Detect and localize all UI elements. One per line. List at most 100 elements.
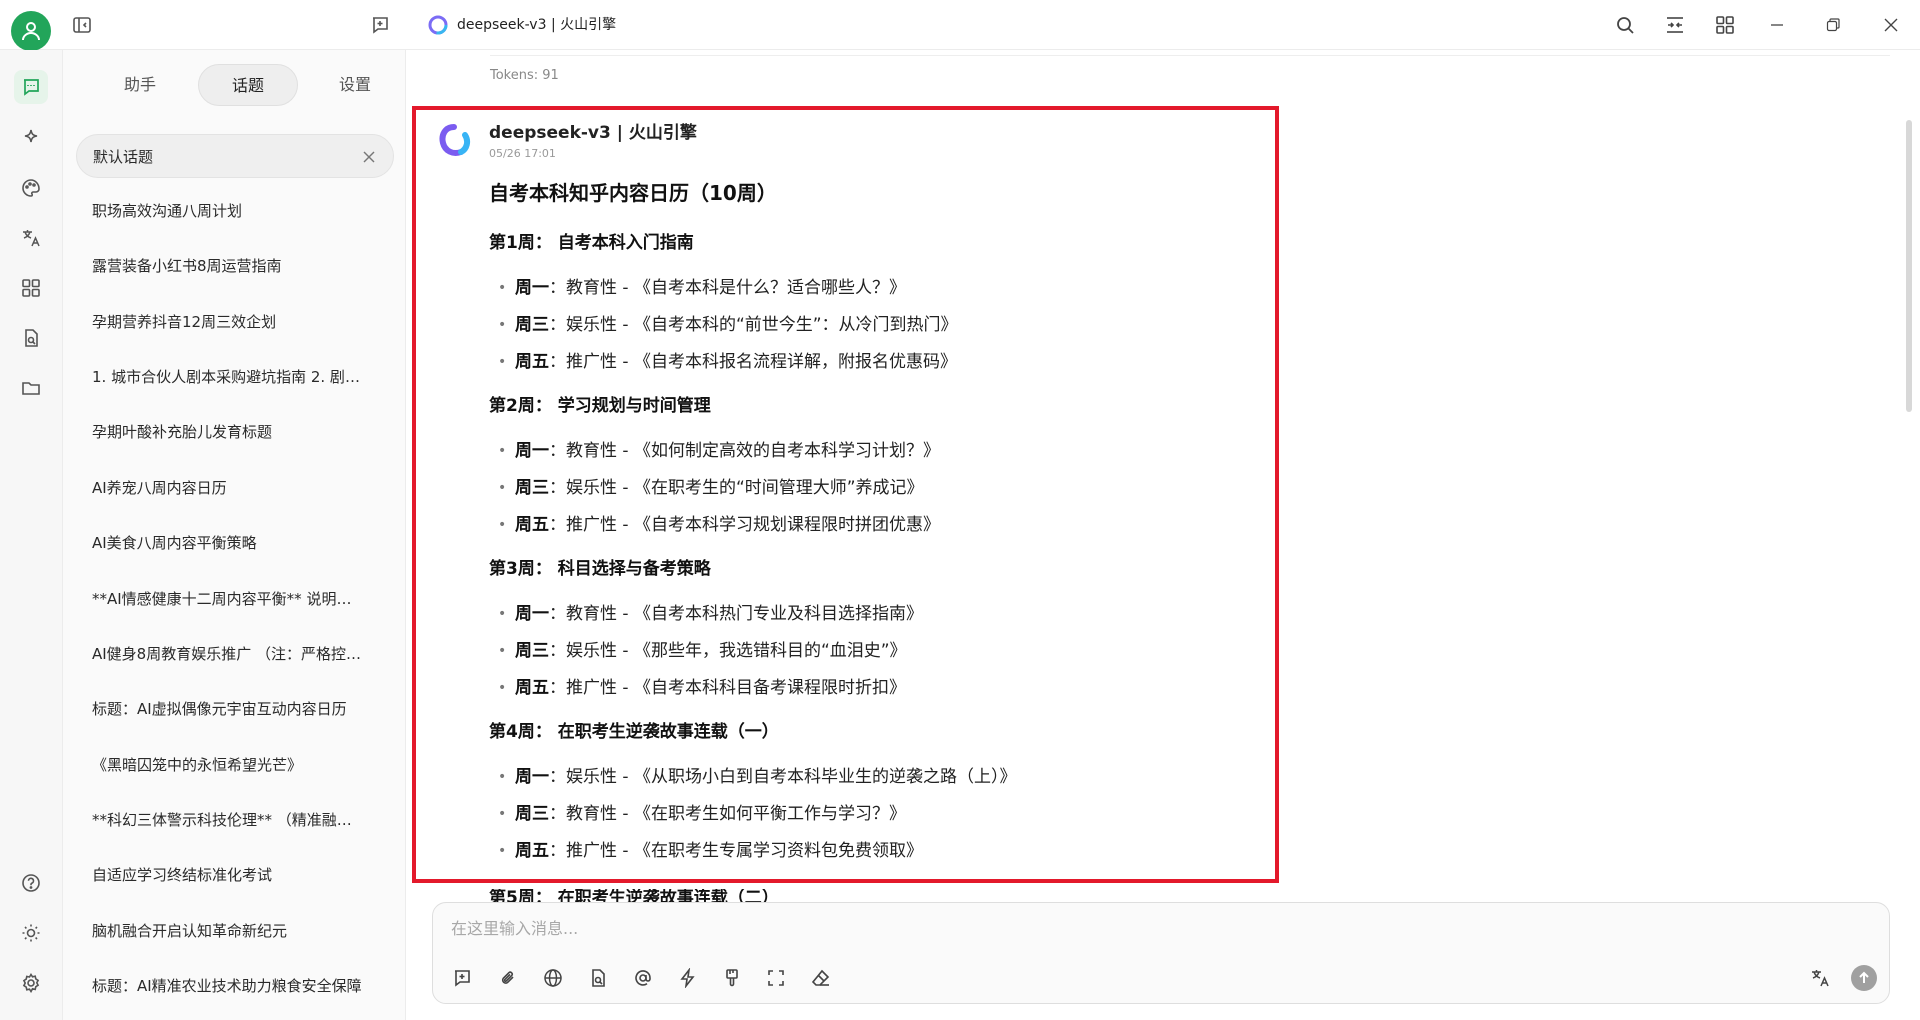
web-search-button[interactable]: [538, 963, 568, 993]
narrow-mode-icon: [1667, 17, 1683, 33]
expand-icon: [768, 970, 784, 986]
expand-input-button[interactable]: [761, 963, 791, 993]
apps-icon: [22, 279, 40, 297]
model-logo-icon: [428, 15, 448, 35]
topic-item[interactable]: 1. 城市合伙人剧本采购避坑指南 2. 剧本杀选购指南: [76, 355, 394, 399]
translate-icon: [23, 230, 40, 247]
divider: [490, 55, 1890, 56]
file-search-icon: [25, 329, 38, 347]
topic-item[interactable]: 职场高效沟通八周计划: [76, 189, 394, 233]
list-item: 周一：教育性 - 《如何制定高效的自考本科学习计划？》: [489, 433, 1269, 470]
list-item: 周三：娱乐性 - 《在职考生的“时间管理大师”养成记》: [489, 470, 1269, 507]
message-content: 自考本科知乎内容日历（10周） 第1周： 自考本科入门指南 周一：教育性 - 《…: [489, 168, 1269, 938]
grid-icon: [1716, 16, 1734, 34]
day-label: 周五: [515, 515, 549, 535]
topic-item[interactable]: 标题：AI精准农业技术助力粮食安全保障: [76, 964, 394, 1008]
user-icon: [22, 22, 40, 41]
user-avatar[interactable]: [11, 11, 51, 51]
toggle-sidebar-button[interactable]: [67, 10, 97, 40]
topic-item[interactable]: 孕期叶酸补充胎儿发育标题: [76, 410, 394, 454]
item-text: ：教育性 - 《如何制定高效的自考本科学习计划？》: [549, 441, 940, 461]
rail-agents-button[interactable]: [14, 121, 48, 155]
item-text: ：教育性 - 《自考本科热门专业及科目选择指南》: [549, 604, 923, 624]
topic-item[interactable]: **科幻三体警示科技伦理** （精准融合）: [76, 798, 394, 842]
item-text: ：推广性 - 《自考本科学习规划课程限时拼团优惠》: [549, 515, 940, 535]
topic-item[interactable]: 标题：AI虚拟偶像元宇宙互动内容日历: [76, 687, 394, 731]
topic-item-selected[interactable]: 默认话题: [76, 134, 394, 178]
clear-format-button[interactable]: [717, 963, 747, 993]
topic-item[interactable]: 孕期营养抖音12周三效企划: [76, 300, 394, 344]
new-topic-tool-button[interactable]: [447, 963, 477, 993]
week-heading: 第4周： 在职考生逆袭故事连载（一）: [489, 722, 779, 742]
search-button[interactable]: [1610, 10, 1640, 40]
message-heading: 自考本科知乎内容日历（10周）: [489, 181, 777, 205]
rail-files-button[interactable]: [14, 321, 48, 355]
rail-theme-button[interactable]: [14, 916, 48, 950]
rail-help-button[interactable]: [14, 866, 48, 900]
week-heading: 第2周： 学习规划与时间管理: [489, 396, 711, 416]
day-label: 周三: [515, 478, 549, 498]
day-label: 周五: [515, 678, 549, 698]
topic-item[interactable]: **AI情感健康十二周内容平衡** 说明内容: [76, 577, 394, 621]
topic-item[interactable]: 露营装备小红书8周运营指南: [76, 244, 394, 288]
mention-model-button[interactable]: [628, 963, 658, 993]
topic-item[interactable]: 《黑暗囚笼中的永恒希望光芒》: [76, 743, 394, 787]
message-timestamp: 05/26 17:01: [489, 147, 556, 160]
attach-button[interactable]: [493, 963, 523, 993]
list-item: 周一：教育性 - 《自考本科热门专业及科目选择指南》: [489, 596, 1269, 633]
rail-apps-button[interactable]: [14, 271, 48, 305]
translate-input-button[interactable]: [1805, 963, 1835, 993]
topic-item[interactable]: AI养宠八周内容日历: [76, 466, 394, 510]
eraser-icon: [811, 969, 830, 986]
translate-icon: [1812, 970, 1829, 987]
window-title: deepseek-v3 | 火山引擎: [457, 17, 617, 33]
apps-button[interactable]: [1710, 10, 1740, 40]
rail-folder-button[interactable]: [14, 371, 48, 405]
title-bar: deepseek-v3 | 火山引擎: [0, 0, 1920, 51]
rail-settings-button[interactable]: [14, 966, 48, 1000]
close-topic-button[interactable]: [359, 147, 379, 167]
list-item: 周三：教育性 - 《在职考生如何平衡工作与学习？》: [489, 796, 1269, 833]
item-text: ：推广性 - 《自考本科报名流程详解，附报名优惠码》: [549, 352, 957, 372]
chat-scrollbar[interactable]: [1906, 120, 1912, 412]
topic-item[interactable]: AI健身8周教育娱乐推广 （注：严格控制）: [76, 632, 394, 676]
tab-topics[interactable]: 话题: [198, 64, 298, 106]
close-window-button[interactable]: [1876, 10, 1906, 40]
palette-icon: [22, 179, 40, 197]
item-text: ：娱乐性 - 《在职考生的“时间管理大师”养成记》: [549, 478, 924, 498]
list-item: 周一：教育性 - 《自考本科是什么？适合哪些人？》: [489, 270, 1269, 307]
message-input[interactable]: [451, 915, 1851, 941]
send-button[interactable]: [1851, 965, 1877, 991]
minimize-button[interactable]: [1762, 10, 1792, 40]
restore-button[interactable]: [1818, 10, 1848, 40]
list-item: 周五：推广性 - 《自考本科学习规划课程限时拼团优惠》: [489, 507, 1269, 544]
sidebar-toggle-icon: [73, 17, 91, 33]
day-label: 周一: [515, 441, 549, 461]
help-icon: [22, 874, 40, 892]
close-icon: [363, 151, 375, 163]
rail-chat-button[interactable]: [14, 70, 48, 104]
day-label: 周一: [515, 278, 549, 298]
topic-item[interactable]: 自适应学习终结标准化考试: [76, 853, 394, 897]
tab-assistants[interactable]: 助手: [90, 64, 190, 106]
quick-phrases-button[interactable]: [673, 963, 703, 993]
arrow-up-icon: [1859, 971, 1869, 983]
at-icon: [635, 970, 651, 986]
knowledge-base-button[interactable]: [583, 963, 613, 993]
clear-context-button[interactable]: [806, 963, 836, 993]
close-icon: [1884, 18, 1898, 32]
item-text: ：推广性 - 《自考本科科目备考课程限时折扣》: [549, 678, 906, 698]
day-label: 周三: [515, 804, 549, 824]
lightning-icon: [680, 968, 695, 988]
icon-rail: [0, 50, 63, 1020]
globe-icon: [544, 969, 562, 987]
narrow-mode-button[interactable]: [1660, 10, 1690, 40]
rail-translate-button[interactable]: [14, 221, 48, 255]
token-count: Tokens: 91: [490, 68, 559, 83]
new-topic-button[interactable]: [365, 10, 395, 40]
rail-paint-button[interactable]: [14, 171, 48, 205]
topic-item[interactable]: 脑机融合开启认知革命新纪元: [76, 909, 394, 953]
topic-item[interactable]: AI美食八周内容平衡策略: [76, 521, 394, 565]
chat-icon: [24, 79, 39, 96]
tab-settings[interactable]: 设置: [305, 64, 405, 106]
